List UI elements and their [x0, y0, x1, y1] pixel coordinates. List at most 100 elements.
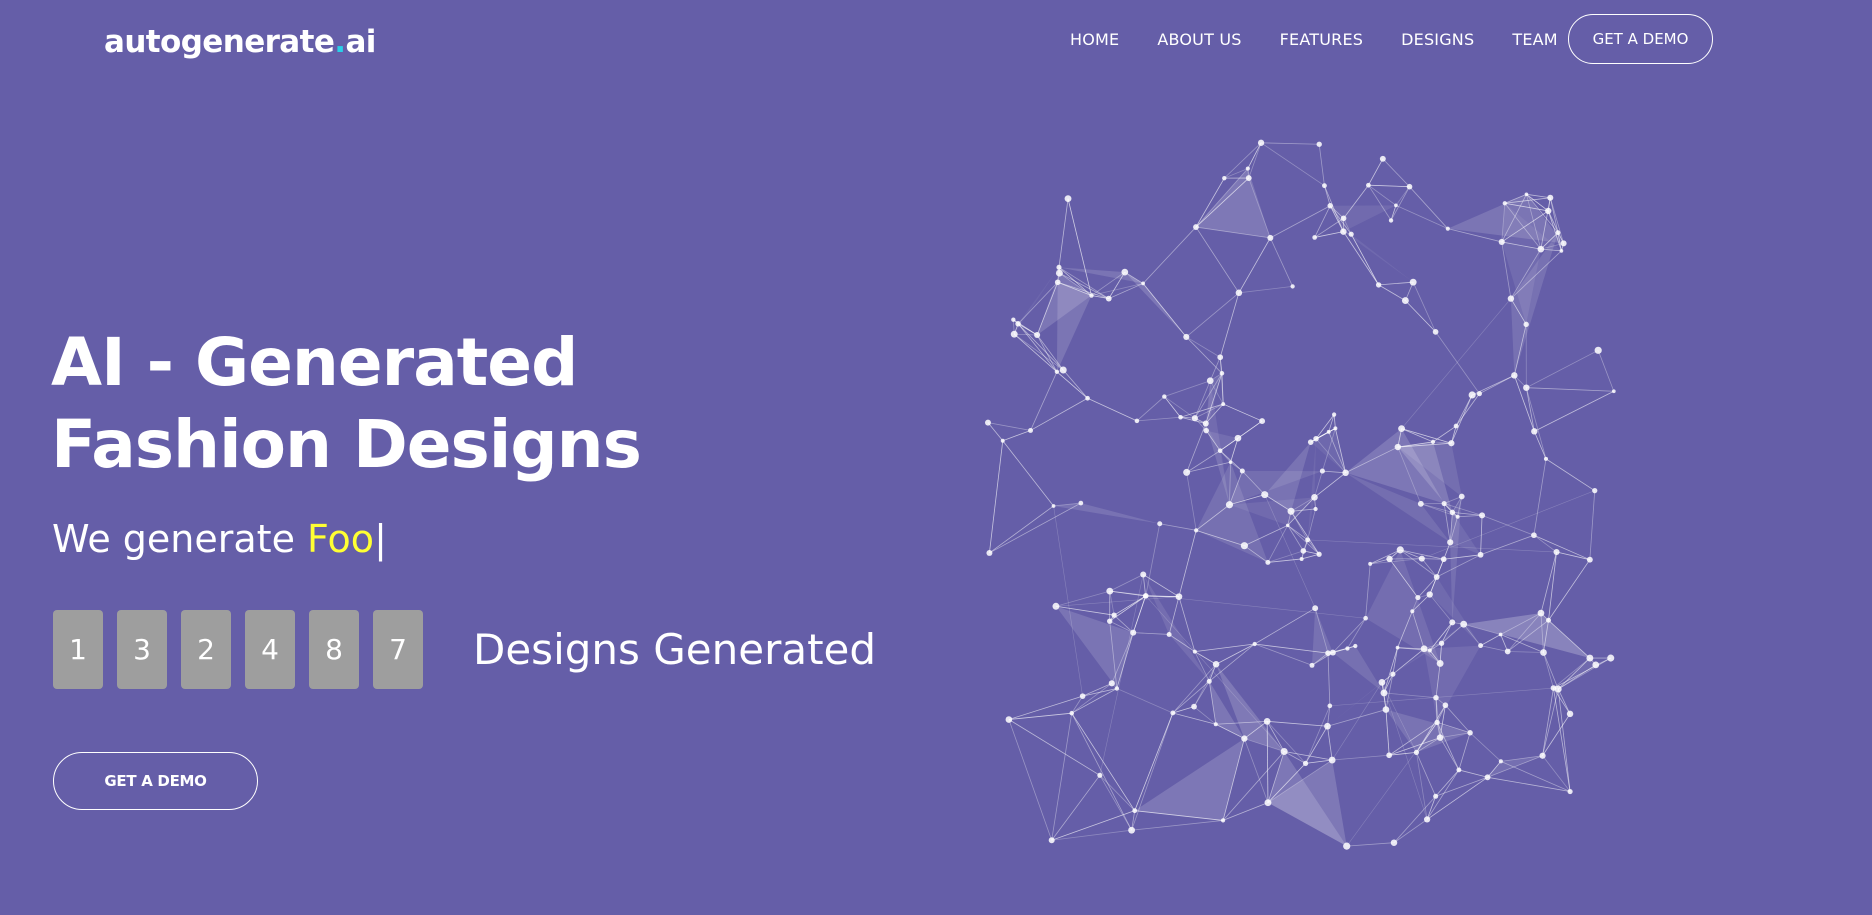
network-edge: [1071, 683, 1113, 714]
network-facet: [1134, 738, 1245, 821]
network-node: [1287, 507, 1295, 515]
network-node: [1241, 735, 1248, 742]
network-node: [1191, 415, 1198, 422]
network-edge: [989, 502, 1082, 554]
network-edge: [1553, 657, 1611, 689]
network-node: [1300, 548, 1307, 554]
network-node: [1440, 556, 1447, 563]
header-get-demo-button[interactable]: GET A DEMO: [1568, 14, 1713, 64]
network-node: [1048, 837, 1055, 844]
network-node: [1545, 617, 1552, 623]
network-edge: [1053, 505, 1083, 697]
network-edge: [1109, 591, 1115, 616]
network-facet: [1124, 272, 1187, 337]
network-edge: [1058, 198, 1069, 268]
network-node: [1441, 500, 1447, 507]
nav-team[interactable]: TEAM: [1512, 30, 1557, 50]
network-edge: [1132, 595, 1147, 633]
network-edge: [1553, 657, 1591, 689]
network-edge: [1426, 769, 1460, 820]
network-edge: [1500, 760, 1571, 792]
network-node: [1406, 183, 1413, 190]
network-edge: [1164, 396, 1181, 418]
network-edge: [1222, 802, 1269, 821]
network-node: [986, 549, 993, 556]
network-edge: [1145, 523, 1161, 596]
network-edge: [1331, 682, 1383, 761]
network-node: [1537, 245, 1545, 253]
network-node: [1326, 429, 1331, 434]
network-edge: [1002, 440, 1054, 507]
network-node: [1507, 295, 1515, 302]
network-node: [1592, 661, 1600, 669]
hero-get-demo-button[interactable]: GET A DEMO: [53, 752, 258, 810]
logo-dot: .: [334, 24, 346, 60]
network-edge: [1382, 158, 1410, 187]
nav-about-us[interactable]: ABOUT US: [1157, 30, 1241, 50]
brand-logo[interactable]: autogenerate.ai: [104, 20, 376, 64]
network-node: [1034, 331, 1041, 339]
network-node: [1467, 730, 1473, 736]
network-edge: [1087, 397, 1138, 422]
network-node: [1553, 548, 1560, 556]
network-node: [1010, 330, 1018, 338]
network-node: [1594, 346, 1602, 354]
network-node: [1433, 574, 1440, 580]
network-node: [1056, 264, 1062, 270]
network-node: [1386, 752, 1393, 759]
network-edge: [1186, 472, 1197, 531]
network-facet: [1435, 331, 1515, 376]
network-node: [1235, 289, 1243, 297]
network-node: [1479, 512, 1486, 519]
counter-digit: 2: [181, 610, 231, 689]
network-edge: [1314, 472, 1346, 498]
network-node: [1554, 685, 1562, 693]
network-node: [1206, 377, 1214, 385]
network-edge: [1324, 185, 1331, 206]
network-edge: [1383, 692, 1437, 699]
network-edge: [1109, 574, 1144, 592]
network-node: [1433, 793, 1439, 799]
network-edge: [1178, 530, 1197, 597]
network-edge: [1327, 726, 1333, 761]
network-node: [1316, 551, 1322, 557]
network-node: [1220, 818, 1226, 823]
network-node: [1523, 321, 1529, 328]
network-edge: [1261, 142, 1320, 145]
network-node: [1193, 224, 1199, 230]
network-node: [1363, 615, 1368, 621]
hero-tagline: We generate Foo|: [52, 514, 387, 564]
network-edge: [1378, 281, 1414, 286]
network-node: [1560, 240, 1567, 247]
network-node: [1078, 500, 1084, 506]
network-edge: [1534, 390, 1614, 432]
nav-home[interactable]: HOME: [1070, 30, 1119, 50]
network-facet: [1463, 613, 1590, 659]
nav-designs[interactable]: DESIGNS: [1401, 30, 1474, 50]
network-node: [1245, 166, 1250, 171]
network-edge: [1368, 184, 1410, 188]
network-node: [1427, 648, 1432, 653]
network-node: [1142, 593, 1149, 599]
network-node: [1299, 556, 1304, 561]
network-node: [1409, 278, 1417, 286]
network-edge: [1385, 709, 1390, 756]
network-node: [1368, 561, 1373, 566]
network-edge: [1248, 142, 1262, 179]
network-node: [1366, 182, 1371, 188]
network-facet: [1143, 574, 1210, 682]
network-edge: [1186, 292, 1240, 338]
network-edge: [1553, 687, 1571, 792]
network-edge: [1368, 158, 1384, 186]
network-node: [1328, 756, 1336, 764]
network-edge: [1513, 375, 1535, 432]
network-edge: [1008, 719, 1101, 776]
counter-digit: 3: [117, 610, 167, 689]
network-edge: [1194, 643, 1255, 653]
network-node: [1311, 494, 1318, 501]
network-node: [1394, 203, 1398, 208]
network-node: [1447, 539, 1454, 546]
network-node: [1140, 571, 1147, 578]
network-edge: [1186, 423, 1207, 473]
nav-features[interactable]: FEATURES: [1280, 30, 1363, 50]
